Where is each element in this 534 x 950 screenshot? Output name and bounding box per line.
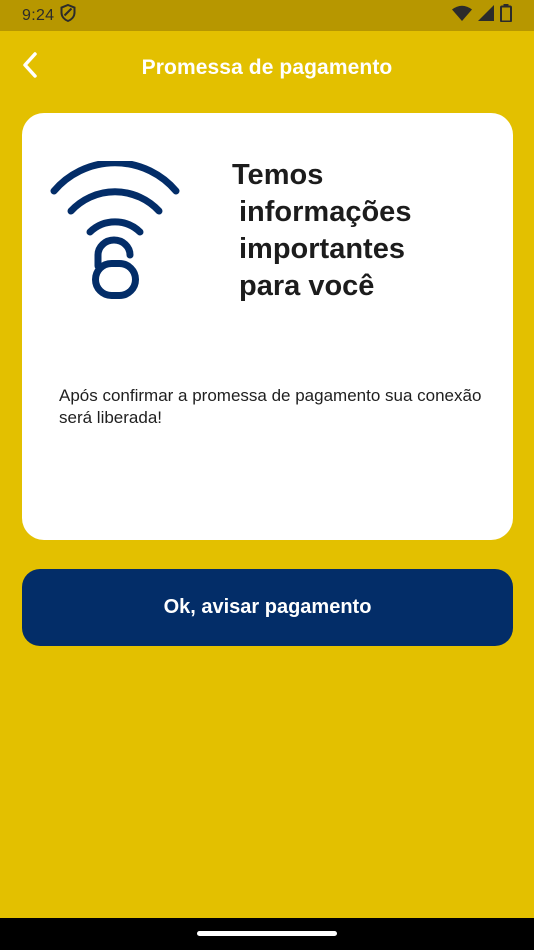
card-heading-line: importantes	[239, 233, 405, 265]
card-message: Após confirmar a promessa de pagamento s…	[59, 386, 482, 427]
signal-icon	[478, 5, 494, 26]
navigation-bar	[0, 918, 534, 950]
chevron-left-icon	[20, 51, 40, 84]
app-header: Promessa de pagamento	[0, 31, 534, 105]
status-right	[452, 4, 512, 27]
vpn-shield-icon	[60, 3, 76, 27]
card-heading-line: Temos	[232, 159, 324, 191]
status-time: 9:24	[22, 6, 55, 24]
page-title: Promessa de pagamento	[141, 56, 393, 79]
back-button[interactable]	[14, 51, 46, 83]
home-indicator[interactable]	[197, 931, 337, 936]
notify-payment-button[interactable]: Ok, avisar pagamento	[22, 569, 513, 646]
card-heading-line: informações	[239, 196, 412, 228]
status-bar: 9:24	[0, 0, 534, 31]
status-left: 9:24	[22, 3, 76, 27]
card-heading: Temos informações importantes para você	[232, 157, 492, 305]
info-card: Temos informações importantes para você …	[22, 113, 513, 540]
wifi-icon	[452, 5, 472, 26]
battery-icon	[500, 4, 512, 27]
wifi-lock-icon	[50, 159, 180, 303]
card-heading-line: para você	[239, 270, 375, 302]
